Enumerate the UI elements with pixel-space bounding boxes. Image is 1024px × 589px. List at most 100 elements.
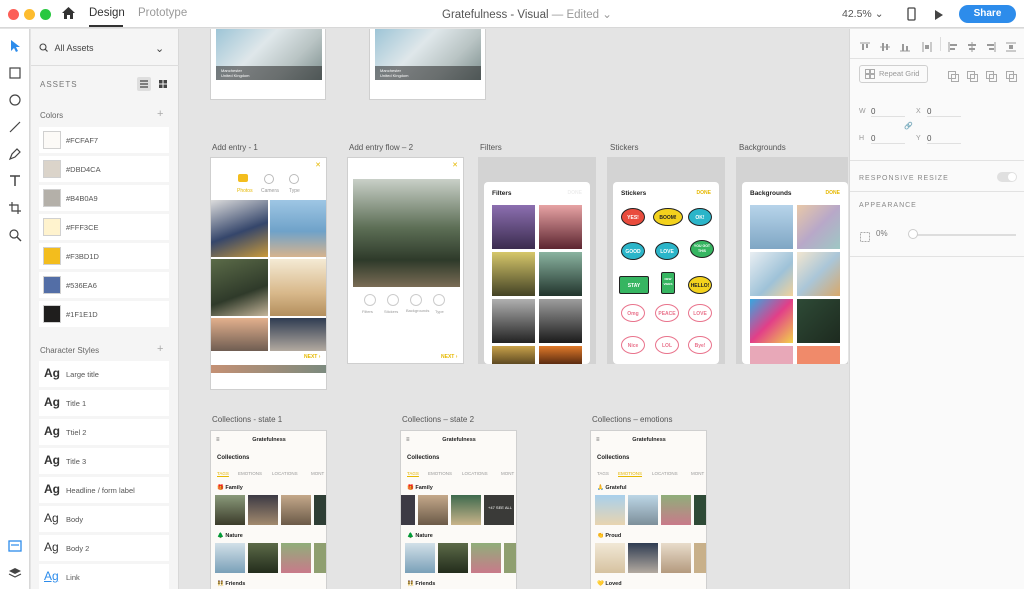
opacity-value[interactable]: 0% xyxy=(876,229,888,238)
distribute-horizontal-icon[interactable] xyxy=(1006,39,1016,52)
next-link[interactable]: NEXT › xyxy=(441,354,457,360)
type-icon[interactable] xyxy=(433,294,445,306)
photos-icon[interactable] xyxy=(238,174,248,182)
artboard-top-1[interactable]: Manchester United Kingdom xyxy=(210,29,326,100)
photo-thumbnail[interactable] xyxy=(628,543,658,573)
done-button[interactable]: DONE xyxy=(568,190,582,196)
sticker[interactable]: LOVE xyxy=(655,242,679,260)
repeat-grid-button[interactable]: Repeat Grid xyxy=(859,65,928,83)
share-button[interactable]: Share xyxy=(959,5,1016,23)
photo-thumbnail[interactable] xyxy=(215,543,245,573)
photo-thumbnail[interactable] xyxy=(211,259,268,316)
character-style-row[interactable]: Ag Body 2 xyxy=(39,535,169,561)
sticker[interactable]: Bye! xyxy=(688,336,712,354)
background-thumbnail[interactable] xyxy=(797,346,840,364)
color-swatch-row[interactable]: #DBD4CA xyxy=(39,156,169,182)
assets-panel-icon[interactable] xyxy=(8,539,22,553)
photo-thumbnail[interactable] xyxy=(661,543,691,573)
tab-months[interactable]: MONT xyxy=(691,471,704,476)
sticker[interactable]: GOOD xyxy=(621,242,645,260)
artboard-label[interactable]: Collections - state 1 xyxy=(212,415,282,424)
artboard-stickers[interactable]: Stickers DONE YES! BOOM! OK! GOOD LOVE Y… xyxy=(607,157,725,364)
color-swatch-row[interactable]: #F3BD1D xyxy=(39,243,169,269)
tab-emotions[interactable]: EMOTIONS xyxy=(238,471,262,476)
sticker[interactable]: LOVE xyxy=(688,304,712,322)
photo-thumbnail[interactable] xyxy=(405,543,435,573)
filters-icon[interactable] xyxy=(364,294,376,306)
add-color-icon[interactable]: + xyxy=(157,108,163,120)
tab-tags[interactable]: TAGS xyxy=(407,471,419,476)
list-view-icon[interactable] xyxy=(137,77,151,91)
boolean-add-icon[interactable] xyxy=(948,69,959,82)
align-middle-icon[interactable] xyxy=(880,39,890,51)
photo-thumbnail[interactable] xyxy=(248,543,278,573)
photo-thumbnail[interactable] xyxy=(314,495,326,525)
document-title[interactable]: Gratefulness - Visual — Edited ⌄ xyxy=(442,7,612,21)
background-thumbnail[interactable] xyxy=(797,299,840,343)
tab-locations[interactable]: LOCATIONS xyxy=(462,471,488,476)
artboard-collections-2[interactable]: ≡ Gratefulness Collections TAGS EMOTIONS… xyxy=(400,430,517,589)
filter-thumbnail[interactable] xyxy=(492,205,535,249)
photo-thumbnail[interactable] xyxy=(281,495,311,525)
home-icon[interactable] xyxy=(61,6,76,25)
artboard-tool-icon[interactable] xyxy=(8,201,22,215)
character-style-row[interactable]: Ag Headline / form label xyxy=(39,477,169,503)
ellipse-tool-icon[interactable] xyxy=(8,93,22,107)
character-style-row[interactable]: Ag Large title xyxy=(39,361,169,387)
width-field[interactable]: 0 xyxy=(871,107,905,117)
photo-thumbnail[interactable] xyxy=(270,318,326,351)
tab-tags[interactable]: TAGS xyxy=(597,471,609,476)
photo-thumbnail[interactable] xyxy=(281,543,311,573)
opacity-slider-track[interactable] xyxy=(912,234,1016,236)
artboard-top-2[interactable]: Manchester United Kingdom xyxy=(369,29,486,100)
responsive-resize-toggle[interactable] xyxy=(997,172,1017,182)
filter-thumbnail[interactable] xyxy=(539,346,582,364)
close-icon[interactable]: ✕ xyxy=(315,161,321,169)
sticker[interactable]: PEACE xyxy=(655,304,679,322)
background-thumbnail[interactable] xyxy=(750,205,793,249)
align-top-icon[interactable] xyxy=(860,39,870,50)
color-swatch-row[interactable]: #FCFAF7 xyxy=(39,127,169,153)
photo-thumbnail[interactable] xyxy=(628,495,658,525)
zoom-tool-icon[interactable] xyxy=(8,228,22,242)
sticker[interactable]: NEW VIBES xyxy=(661,272,675,294)
tab-tags[interactable]: TAGS xyxy=(217,471,229,476)
align-right-icon[interactable] xyxy=(986,39,996,52)
photo-thumbnail[interactable] xyxy=(215,495,245,525)
y-field[interactable]: 0 xyxy=(927,134,961,144)
x-field[interactable]: 0 xyxy=(927,107,961,117)
tab-prototype[interactable]: Prototype xyxy=(138,7,187,19)
close-icon[interactable]: ✕ xyxy=(452,161,458,169)
photo-thumbnail[interactable] xyxy=(211,318,268,351)
layers-icon[interactable] xyxy=(8,566,22,580)
artboard-label[interactable]: Filters xyxy=(480,143,502,152)
device-preview-icon[interactable] xyxy=(907,7,916,26)
artboard-label[interactable]: Stickers xyxy=(610,143,638,152)
tab-months[interactable]: MONT xyxy=(501,471,514,476)
backgrounds-icon[interactable] xyxy=(410,294,422,306)
photo-thumbnail[interactable] xyxy=(418,495,448,525)
sticker[interactable]: YES! xyxy=(621,208,645,226)
color-swatch-row[interactable]: #FFF3CE xyxy=(39,214,169,240)
photo-thumbnail[interactable] xyxy=(438,543,468,573)
see-all-tile[interactable] xyxy=(484,495,514,525)
photo-thumbnail[interactable] xyxy=(471,543,501,573)
photo-thumbnail[interactable] xyxy=(248,495,278,525)
character-style-row[interactable]: Ag Title 3 xyxy=(39,448,169,474)
artboard-filters[interactable]: Filters DONE xyxy=(478,157,596,364)
opacity-slider-handle[interactable] xyxy=(908,229,918,239)
boolean-subtract-icon[interactable] xyxy=(967,69,978,82)
sticker[interactable]: STAY COOL xyxy=(619,276,649,307)
character-style-row[interactable]: Ag Link xyxy=(39,564,169,589)
boolean-intersect-icon[interactable] xyxy=(986,69,997,82)
background-thumbnail[interactable] xyxy=(750,299,793,343)
align-center-icon[interactable] xyxy=(967,39,977,52)
sticker[interactable]: HELLO! xyxy=(688,276,712,294)
sticker[interactable]: BOOM! xyxy=(653,208,683,226)
lock-aspect-icon[interactable]: 🔗 xyxy=(904,122,913,130)
add-character-style-icon[interactable]: + xyxy=(157,343,163,355)
character-style-row[interactable]: Ag Title 1 xyxy=(39,390,169,416)
artboard-add-entry-1[interactable]: ✕ Photos Camera Type NEXT › xyxy=(210,157,327,390)
grid-view-icon[interactable] xyxy=(156,77,170,91)
stickers-icon[interactable] xyxy=(387,294,399,306)
